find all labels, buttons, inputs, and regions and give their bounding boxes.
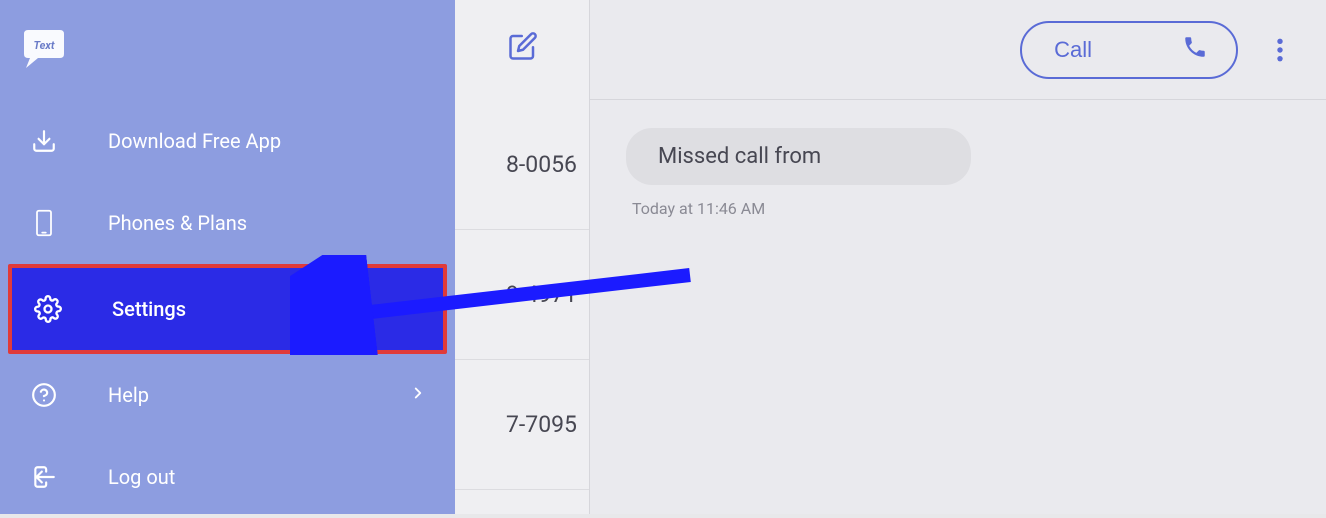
logout-icon — [28, 461, 60, 493]
menu-items: Download Free App Phones & Plans — [0, 100, 455, 518]
compose-button[interactable] — [505, 28, 541, 64]
logo-area: Text — [0, 20, 455, 100]
conversation-list: 8-0056 9-4971 7-7095 — [455, 0, 590, 514]
phone-icon — [1182, 34, 1208, 66]
sidebar-item-label: Help — [108, 383, 409, 407]
more-options-button[interactable] — [1266, 36, 1294, 64]
conversation-item[interactable]: 8-0056 — [455, 100, 589, 230]
conversation-number-partial: 9-4971 — [506, 281, 577, 308]
conversation-item[interactable]: 7-7095 — [455, 360, 589, 490]
sidebar-item-label: Settings — [112, 297, 423, 321]
conversation-number-partial: 7-7095 — [506, 411, 577, 438]
download-icon — [28, 125, 60, 157]
sidebar-item-help[interactable]: Help — [0, 354, 455, 436]
chevron-right-icon — [409, 383, 427, 407]
sidebar-item-label: Log out — [108, 465, 427, 489]
call-button-label: Call — [1054, 37, 1092, 63]
call-button[interactable]: Call — [1020, 21, 1238, 79]
chat-pane: Call Missed call — [590, 0, 1326, 514]
missed-call-pill: Missed call from — [626, 128, 971, 185]
sidebar-item-phones-plans[interactable]: Phones & Plans — [0, 182, 455, 264]
missed-call-text: Missed call from — [658, 144, 821, 169]
svg-text:Text: Text — [34, 39, 55, 52]
message-timestamp: Today at 11:46 AM — [632, 199, 1290, 218]
main-area: 8-0056 9-4971 7-7095 Call — [455, 0, 1326, 514]
sidebar-item-settings[interactable]: Settings — [8, 264, 447, 354]
phone-device-icon — [28, 207, 60, 239]
app-container: Text Download Free App — [0, 0, 1326, 514]
conversation-item[interactable]: 9-4971 — [455, 230, 589, 360]
textnow-logo: Text — [20, 30, 68, 70]
sidebar-item-download-app[interactable]: Download Free App — [0, 100, 455, 182]
conversation-number-partial: 8-0056 — [506, 151, 577, 178]
sidebar-item-label: Phones & Plans — [108, 211, 427, 235]
sidebar-drawer: Text Download Free App — [0, 0, 455, 514]
sidebar-item-logout[interactable]: Log out — [0, 436, 455, 518]
chat-header: Call — [590, 0, 1326, 100]
help-circle-icon — [28, 379, 60, 411]
sidebar-item-label: Download Free App — [108, 129, 427, 153]
conversation-list-items: 8-0056 9-4971 7-7095 — [455, 0, 589, 490]
gear-icon — [32, 293, 64, 325]
chat-body: Missed call from Today at 11:46 AM — [590, 100, 1326, 246]
